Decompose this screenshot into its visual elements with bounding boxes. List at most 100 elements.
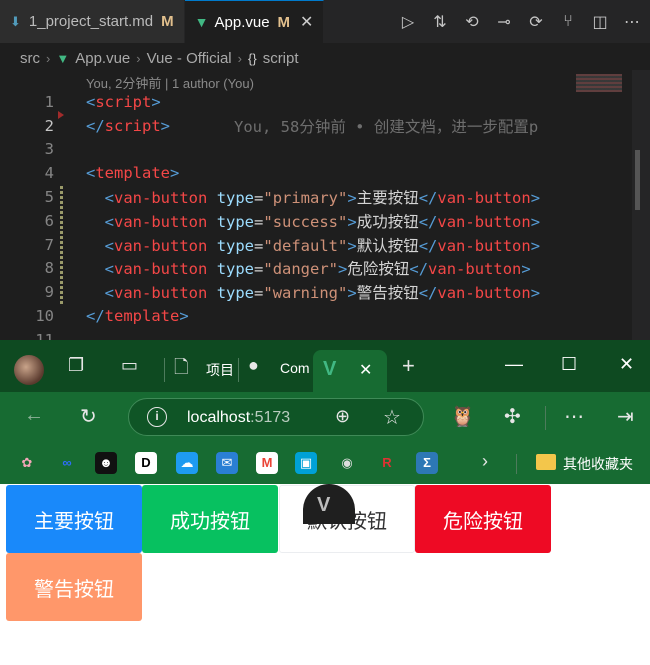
code-text: </template> [86,307,189,326]
braces-icon: {} [248,50,257,66]
modified-indicator: M [277,13,291,31]
run-icon[interactable]: ▷ [398,12,418,32]
inline-git-blame: You, 58分钟前 • 创建文档，进一步配置p [234,117,539,136]
code-editor[interactable]: 1 <script> 2 </script> You, 58分钟前 • 创建文档，进一步… [0,90,650,349]
browser-tab-active[interactable]: V ✕ [313,350,387,392]
code-line[interactable]: 1 <script> [0,90,632,114]
favorite-d-icon[interactable]: D [135,452,157,474]
favorite-cloud-icon[interactable]: ☁ [176,452,198,474]
tab-divider [164,358,165,382]
breadcrumb-language[interactable]: Vue - Official [147,50,232,67]
bilibili-icon[interactable]: ▣ [295,452,317,474]
code-line[interactable]: 2 </script> You, 58分钟前 • 创建文档，进一步配置p [0,114,632,138]
next-change-icon[interactable]: ⟳ [526,12,546,32]
code-text: </script> [86,116,171,135]
favorites-divider [516,454,517,474]
new-tab-button[interactable]: + [402,353,415,379]
page-icon: 🗋 [174,357,189,377]
more-actions-icon[interactable]: ⋯ [622,12,642,32]
breadcrumb-symbol[interactable]: script [263,50,299,67]
favorite-raccoon-icon[interactable]: ◉ [336,452,358,474]
code-line[interactable]: 6 <van-button type="success">成功按钮</van-b… [0,209,632,233]
more-menu-icon[interactable]: ⋯ [564,404,584,429]
tab-actions-icon[interactable]: ▭ [121,355,138,376]
compare-changes-icon[interactable]: ⇅ [430,12,450,32]
breakpoint-marker [58,111,64,119]
other-favorites-folder[interactable]: 其他收藏夹 [563,454,633,474]
breadcrumb-folder[interactable]: src [20,50,40,67]
code-line[interactable]: 5 <van-button type="primary">主要按钮</van-b… [0,185,632,209]
site-info-icon[interactable]: i [147,407,167,427]
gutter-change-indicator [60,186,63,304]
chevron-right-icon[interactable]: › [482,451,488,472]
scroll-thumb[interactable] [635,150,640,210]
danger-button[interactable]: 危险按钮 [415,485,551,553]
line-number: 7 [44,235,54,254]
tab-divider [238,358,239,382]
browser-tab-label[interactable]: 项目 [206,360,234,380]
code-text: <script> [86,92,161,111]
favorite-star-icon[interactable]: ☆ [383,405,401,430]
refresh-icon[interactable]: ↻ [80,404,97,429]
sidebar-toggle-icon[interactable]: ⇥ [617,404,634,429]
minimize-icon[interactable]: — [505,354,523,375]
code-line[interactable]: 10 </template> [0,304,632,328]
code-text: <van-button type="primary">主要按钮</van-but… [104,189,541,208]
browser-title-bar: ❐ ▭ 🗋 项目 ● Com V ✕ + — ☐ ✕ [0,340,650,392]
editor-actions: ▷ ⇅ ⟲ ⊸ ⟳ ⑂ ◫ ⋯ [398,0,650,43]
breadcrumb: src › ▼ App.vue › Vue - Official › {} sc… [0,44,650,72]
modified-indicator: M [161,13,174,30]
browser-tab-label[interactable]: Com [280,360,310,376]
vue-logo-icon: V [317,494,331,516]
code-line[interactable]: 3 [0,138,632,162]
address-text[interactable]: localhost:5173 [187,409,290,427]
editor-scrollbar[interactable] [632,70,650,345]
success-button[interactable]: 成功按钮 [142,485,278,553]
chevron-right-icon: › [237,50,242,66]
workspaces-icon[interactable]: ❐ [68,355,84,376]
favorite-flower-icon[interactable]: ✿ [16,452,38,474]
extensions-icon[interactable]: ✣ [504,404,521,429]
favorite-loop-icon[interactable]: ∞ [56,452,78,474]
favorite-mail-box-icon[interactable]: ✉ [216,452,238,474]
back-icon[interactable]: ← [24,404,44,427]
tab-label: App.vue [214,13,270,31]
line-number: 8 [44,259,54,278]
favorites-bar: ✿ ∞ ☻ D ☁ ✉ M ▣ ◉ R Σ › 其他收藏夹 [0,442,650,484]
gmail-icon[interactable]: M [256,452,278,474]
primary-button[interactable]: 主要按钮 [6,485,142,553]
profile-avatar[interactable] [14,355,44,385]
browser-window: ❐ ▭ 🗋 项目 ● Com V ✕ + — ☐ ✕ ← ↻ i localho… [0,340,650,665]
line-number: 3 [44,140,54,159]
code-text: <van-button type="default">默认按钮</van-but… [104,236,541,255]
previous-change-icon[interactable]: ⟲ [462,12,482,32]
vue-logo-icon: V [323,358,337,380]
code-line[interactable]: 4 <template> [0,161,632,185]
favorite-terminal-icon[interactable]: Σ [416,452,438,474]
maximize-icon[interactable]: ☐ [561,354,577,375]
close-icon[interactable]: ✕ [300,12,313,32]
commit-icon[interactable]: ⊸ [494,12,514,32]
breadcrumb-file[interactable]: App.vue [75,50,130,67]
git-graph-icon[interactable]: ⑂ [558,13,578,31]
address-bar[interactable]: i localhost:5173 ⊕ ☆ [128,398,424,436]
code-line[interactable]: 8 <van-button type="danger">危险按钮</van-bu… [0,257,632,281]
code-line[interactable]: 9 <van-button type="warning">警告按钮</van-b… [0,280,632,304]
close-tab-icon[interactable]: ✕ [359,360,372,380]
favorite-r-icon[interactable]: R [376,452,398,474]
code-text: <van-button type="danger">危险按钮</van-butt… [104,260,531,279]
extension-owl-icon[interactable]: 🦉 [450,404,475,429]
line-number: 2 [44,116,54,135]
close-window-icon[interactable]: ✕ [619,354,634,375]
tab-app-vue[interactable]: ▼ App.vue M ✕ [184,0,325,43]
code-line[interactable]: 7 <van-button type="default">默认按钮</van-b… [0,233,632,257]
folder-icon [536,454,556,470]
favorite-bot-icon[interactable]: ☻ [95,452,117,474]
tab-project-start-md[interactable]: ⬇ 1_project_start.md M [0,0,185,43]
split-editor-icon[interactable]: ◫ [590,12,610,32]
zoom-icon[interactable]: ⊕ [335,406,350,427]
warning-button[interactable]: 警告按钮 [6,553,142,621]
minimap[interactable] [572,70,632,345]
line-number: 6 [44,211,54,230]
minimap-content [576,74,622,92]
